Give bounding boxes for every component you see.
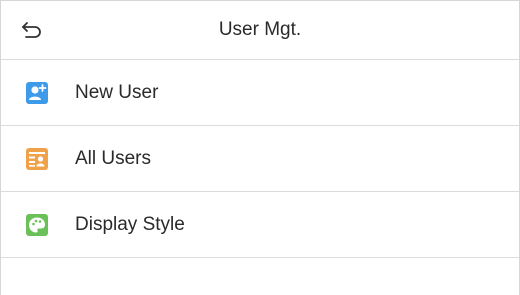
- page-title: User Mgt.: [218, 19, 302, 40]
- empty-list-area: [1, 258, 519, 295]
- menu-item-label: All Users: [75, 148, 152, 169]
- menu-item-display-style[interactable]: Display Style: [1, 192, 519, 258]
- menu-item-label: Display Style: [75, 214, 185, 235]
- user-management-screen: User Mgt. New User All Users Display Sty…: [0, 0, 520, 295]
- menu-item-new-user[interactable]: New User: [1, 60, 519, 126]
- header-bar: User Mgt.: [1, 1, 519, 60]
- menu-item-label: New User: [75, 82, 159, 103]
- menu-item-all-users[interactable]: All Users: [1, 126, 519, 192]
- user-list-icon: [26, 148, 48, 170]
- palette-icon: [26, 214, 48, 236]
- add-user-icon: [26, 82, 48, 104]
